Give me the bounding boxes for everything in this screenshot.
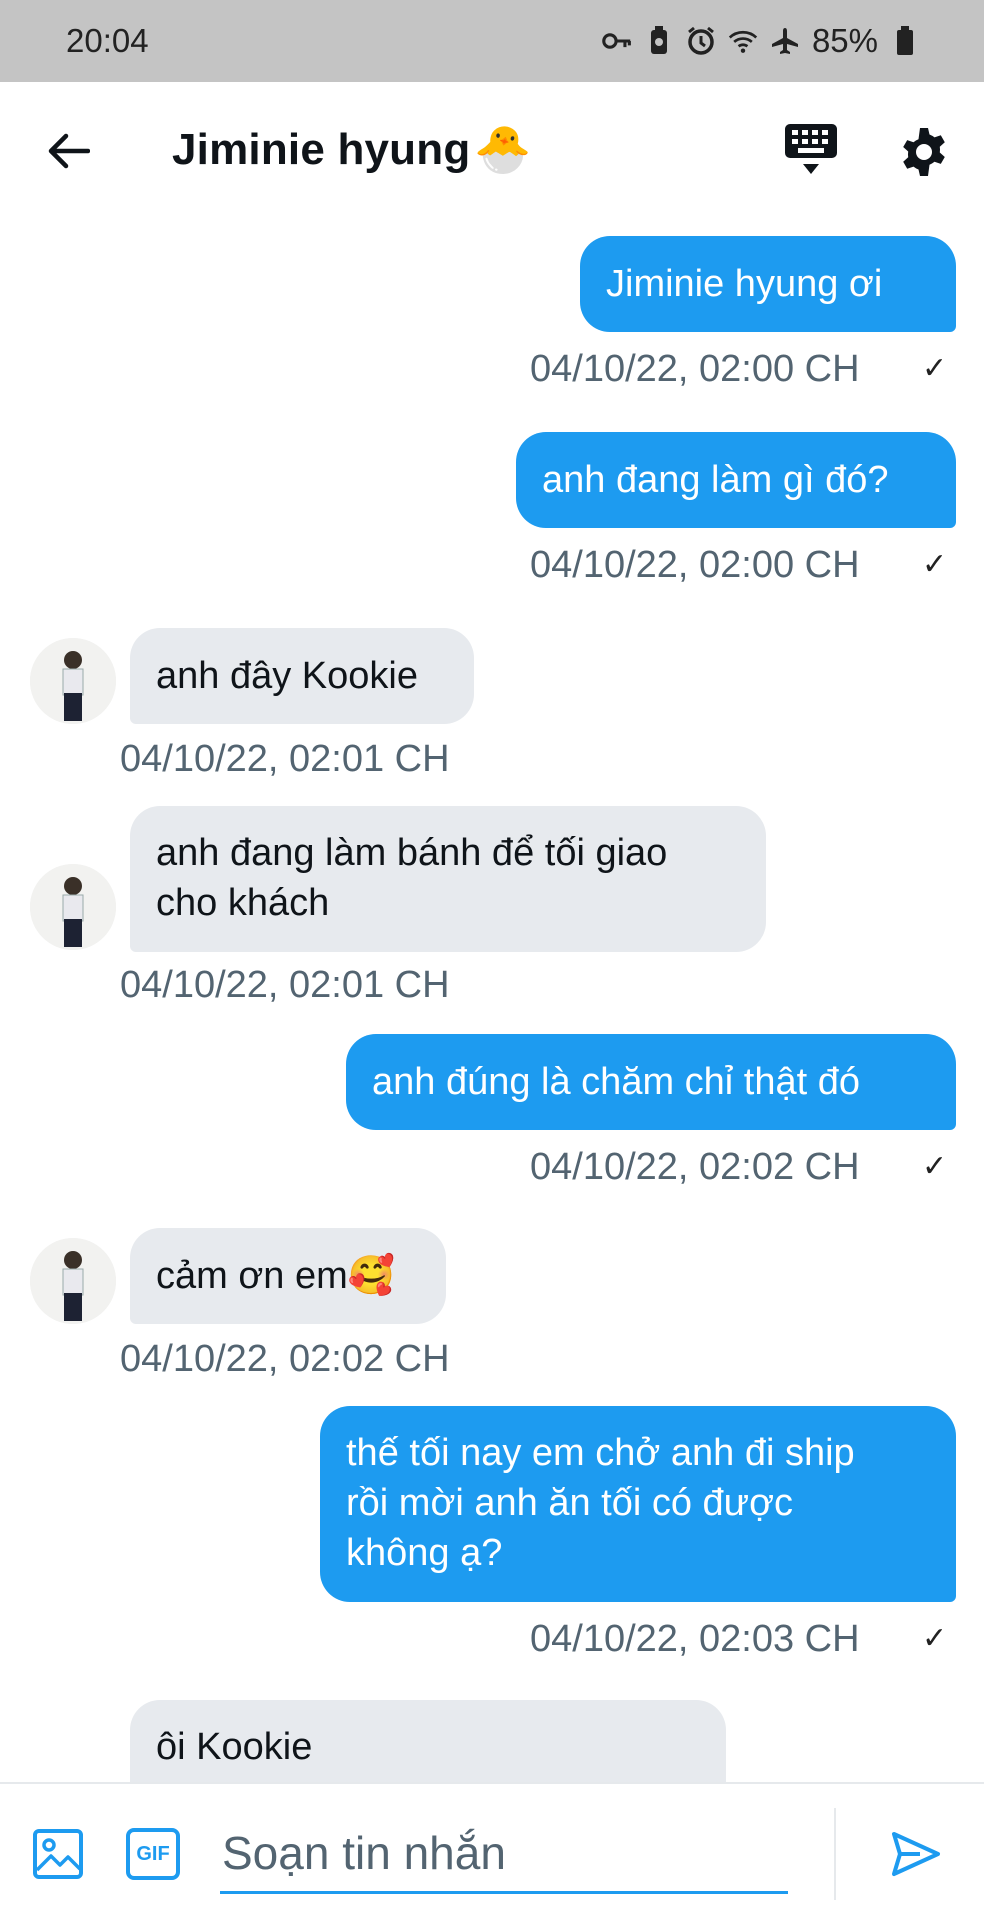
sent-check-icon: ✓ <box>922 1150 948 1183</box>
status-bar: 20:04 85% <box>0 0 984 82</box>
message-text-line: rồi mời anh ăn tối có được <box>346 1482 794 1524</box>
message-timestamp: 04/10/22, 02:00 CH <box>530 544 860 586</box>
message-text: Jiminie hyung ơi <box>606 263 883 305</box>
send-icon <box>892 1832 940 1876</box>
key-icon <box>602 26 632 56</box>
chat-header: Jiminie hyung 🐣 <box>0 82 984 218</box>
message-timestamp: 04/10/22, 02:02 CH <box>120 1338 450 1380</box>
conversation-title: Jiminie hyung 🐣 <box>172 122 532 177</box>
avatar[interactable] <box>30 638 116 724</box>
send-button[interactable] <box>890 1828 942 1880</box>
avatar[interactable] <box>30 864 116 950</box>
message-text: anh đang làm gì đó? <box>542 459 889 501</box>
message-list[interactable]: Jiminie hyung ơi 04/10/22, 02:00 CH ✓ an… <box>0 218 984 1782</box>
hatching-chick-emoji: 🐣 <box>474 123 532 175</box>
gif-icon: GIF <box>136 1842 170 1865</box>
message-text: anh đây Kookie <box>156 655 418 697</box>
battery-icon <box>890 26 920 56</box>
wifi-icon <box>728 26 758 56</box>
message-text: cảm ơn em🥰 <box>156 1255 396 1297</box>
settings-button[interactable] <box>898 126 950 178</box>
message-input[interactable] <box>220 1814 788 1894</box>
message-text-line: anh đang làm bánh để tối giao <box>156 832 668 874</box>
message-timestamp: 04/10/22, 02:01 CH <box>120 964 450 1006</box>
alarm-icon <box>686 26 716 56</box>
message-timestamp: 04/10/22, 02:01 CH <box>120 738 450 780</box>
message-bubble-incoming[interactable]: cảm ơn em🥰 <box>130 1228 446 1324</box>
avatar[interactable] <box>30 1238 116 1324</box>
message-bubble-outgoing[interactable]: anh đúng là chăm chỉ thật đó <box>346 1034 956 1130</box>
status-time: 20:04 <box>66 22 149 59</box>
gear-icon <box>903 128 945 176</box>
battery-saver-icon <box>644 26 674 56</box>
status-icons: 85% <box>602 22 920 60</box>
battery-percent: 85% <box>811 22 878 59</box>
arrow-left-icon <box>48 133 90 169</box>
image-icon <box>33 1829 83 1879</box>
message-text-line: không ạ? <box>346 1532 503 1574</box>
keyboard-button[interactable] <box>782 122 840 178</box>
airplane-mode-icon <box>770 26 800 56</box>
message-timestamp: 04/10/22, 02:00 CH <box>530 348 860 390</box>
back-button[interactable] <box>40 126 96 176</box>
conversation-name: Jiminie hyung <box>172 124 471 174</box>
message-text-line: cho khách <box>156 882 330 924</box>
message-text: anh đúng là chăm chỉ thật đó <box>372 1061 861 1103</box>
message-timestamp: 04/10/22, 02:03 CH <box>530 1618 860 1660</box>
message-composer: GIF <box>0 1782 984 1920</box>
message-bubble-incoming[interactable]: anh đây Kookie <box>130 628 474 724</box>
keyboard-icon <box>785 124 837 174</box>
sent-check-icon: ✓ <box>922 1622 948 1655</box>
add-image-button[interactable] <box>32 1828 84 1880</box>
message-text-line: ôi Kookie <box>156 1726 313 1768</box>
sent-check-icon: ✓ <box>922 548 948 581</box>
message-bubble-outgoing[interactable]: thế tối nay em chở anh đi ship rồi mời a… <box>320 1406 956 1602</box>
message-text-line: thế tối nay em chở anh đi ship <box>346 1432 855 1474</box>
composer-divider <box>834 1808 836 1900</box>
gif-button[interactable]: GIF <box>126 1828 180 1880</box>
message-bubble-outgoing[interactable]: anh đang làm gì đó? <box>516 432 956 528</box>
message-timestamp: 04/10/22, 02:02 CH <box>530 1146 860 1188</box>
message-bubble-incoming[interactable]: ôi Kookie <box>130 1700 726 1782</box>
message-bubble-incoming[interactable]: anh đang làm bánh để tối giao cho khách <box>130 806 766 952</box>
message-bubble-outgoing[interactable]: Jiminie hyung ơi <box>580 236 956 332</box>
sent-check-icon: ✓ <box>922 352 948 385</box>
